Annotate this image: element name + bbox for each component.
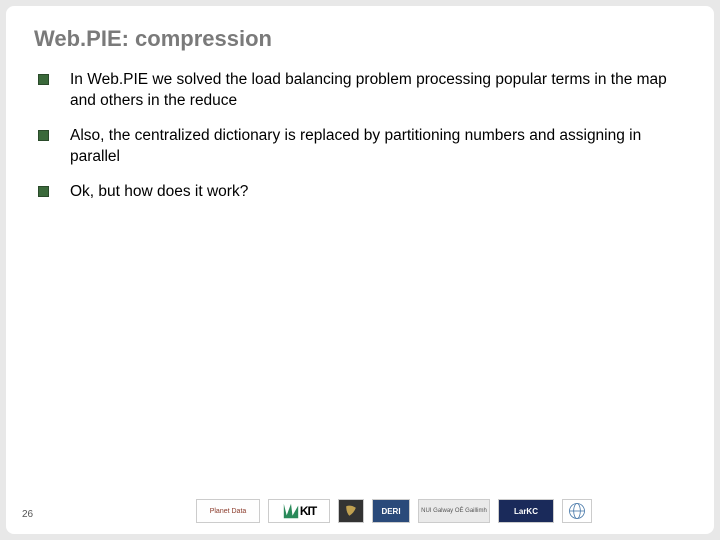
bullet-text: Also, the centralized dictionary is repl…	[70, 127, 641, 165]
bullet-text: Ok, but how does it work?	[70, 183, 248, 200]
list-item: Also, the centralized dictionary is repl…	[38, 126, 686, 168]
bullet-icon	[38, 186, 49, 197]
bullet-text: In Web.PIE we solved the load balancing …	[70, 71, 667, 109]
larkc-logo: LarKC	[498, 499, 554, 523]
nuig-text: NUI Galway OÉ Gaillimh	[421, 508, 487, 514]
footer-logos: Planet Data KIT DERI NUI Galway OÉ Gaill…	[196, 496, 694, 526]
list-item: In Web.PIE we solved the load balancing …	[38, 70, 686, 112]
bullet-icon	[38, 130, 49, 141]
deri-logo: DERI	[372, 499, 410, 523]
slide-title: Web.PIE: compression	[34, 26, 686, 52]
nuig-logo: NUI Galway OÉ Gaillimh	[418, 499, 490, 523]
page-number: 26	[22, 509, 33, 520]
bullet-icon	[38, 74, 49, 85]
kit-text: KIT	[300, 504, 316, 518]
list-item: Ok, but how does it work?	[38, 182, 686, 203]
kit-fan-icon	[282, 502, 300, 520]
bullet-list: In Web.PIE we solved the load balancing …	[34, 70, 686, 203]
planetdata-logo: Planet Data	[196, 499, 260, 523]
griffin-icon	[343, 502, 359, 520]
vu-logo	[338, 499, 364, 523]
slide: Web.PIE: compression In Web.PIE we solve…	[6, 6, 714, 534]
okkam-logo	[562, 499, 592, 523]
globe-icon	[567, 500, 587, 522]
kit-logo: KIT	[268, 499, 330, 523]
